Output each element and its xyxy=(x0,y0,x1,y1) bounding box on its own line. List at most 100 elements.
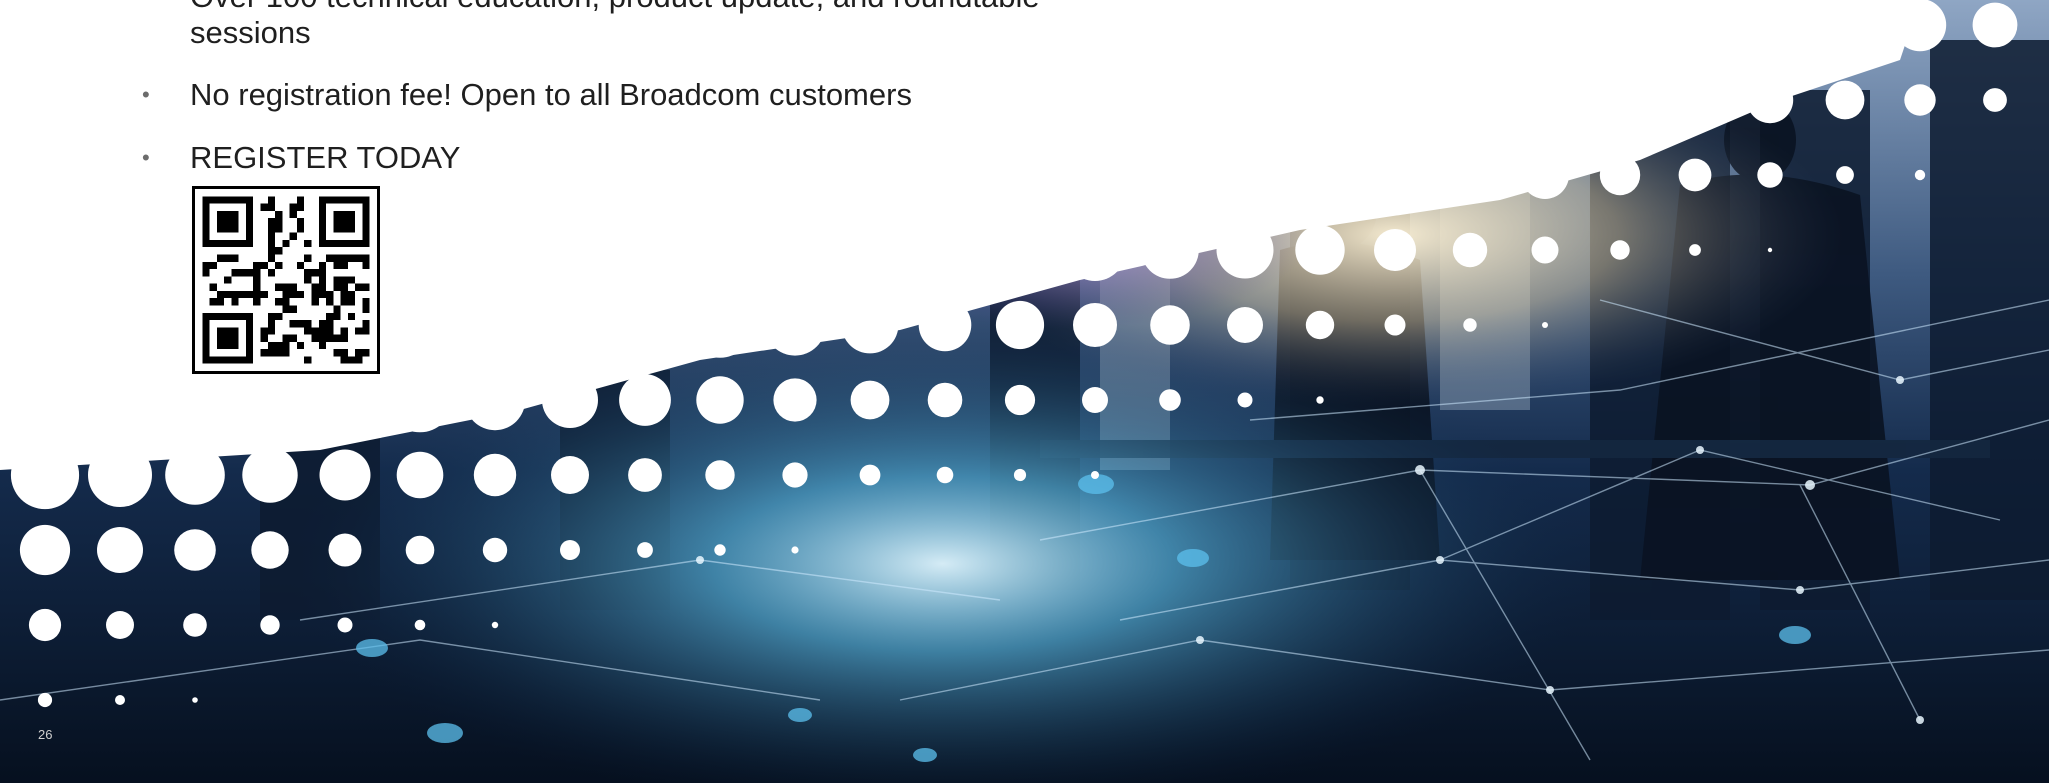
halftone-dot xyxy=(491,621,499,629)
halftone-dot xyxy=(850,380,890,420)
halftone-dot xyxy=(457,287,533,363)
halftone-dot xyxy=(551,456,589,494)
halftone-dot xyxy=(319,449,371,501)
halftone-dot xyxy=(473,453,517,497)
halftone-dot xyxy=(165,445,225,505)
halftone-dot xyxy=(791,546,799,554)
slide-number: 26 xyxy=(38,727,53,742)
halftone-dot xyxy=(242,447,298,503)
halftone-dot xyxy=(88,443,152,507)
halftone-dot xyxy=(37,692,53,708)
halftone-dot xyxy=(1305,310,1335,340)
halftone-dot xyxy=(1064,219,1126,281)
halftone-dot xyxy=(1531,236,1559,264)
bullet-list: Over 100 technical education, product up… xyxy=(0,0,1200,200)
halftone-dot xyxy=(533,288,607,362)
halftone-dot xyxy=(405,535,435,565)
bullet-item-registration-fee: No registration fee! Open to all Broadco… xyxy=(190,77,912,112)
halftone-dot xyxy=(97,527,143,573)
halftone-dot xyxy=(1521,151,1569,199)
halftone-dot xyxy=(1452,232,1488,268)
halftone-dot xyxy=(19,524,71,576)
halftone-dot xyxy=(832,212,908,288)
halftone-dot xyxy=(1463,318,1477,332)
halftone-dot xyxy=(1150,305,1190,345)
halftone-dot xyxy=(174,529,216,571)
halftone-dot xyxy=(260,615,280,635)
halftone-dot xyxy=(1316,396,1324,404)
halftone-dot xyxy=(464,369,526,431)
halftone-dot xyxy=(936,466,954,484)
halftone-dot xyxy=(414,619,426,631)
halftone-dot xyxy=(773,378,817,422)
halftone-dot xyxy=(1159,389,1181,411)
halftone-dot xyxy=(1668,73,1722,127)
halftone-dot xyxy=(192,697,198,703)
halftone-dot xyxy=(337,617,353,633)
halftone-dot xyxy=(705,460,735,490)
halftone-dot xyxy=(1237,392,1253,408)
halftone-dot xyxy=(918,298,972,352)
halftone-dot xyxy=(1542,322,1548,328)
halftone-dot xyxy=(482,537,508,563)
halftone-dot xyxy=(1599,154,1641,196)
halftone-dot xyxy=(115,695,125,705)
halftone-dot xyxy=(28,608,62,642)
bullet-item-sessions-line2: sessions xyxy=(190,15,311,50)
halftone-dot xyxy=(619,374,671,426)
halftone-dot xyxy=(1004,384,1036,416)
halftone-dot xyxy=(183,613,207,637)
halftone-dot xyxy=(1384,314,1406,336)
halftone-dot xyxy=(328,533,362,567)
halftone-dot xyxy=(927,382,963,418)
halftone-dot xyxy=(106,611,134,639)
halftone-dot xyxy=(1972,2,2018,48)
qr-code-icon[interactable] xyxy=(192,186,380,374)
bullet-item-sessions-line1: Over 100 technical education, product up… xyxy=(190,0,1040,16)
halftone-dot xyxy=(1836,166,1854,184)
halftone-dot xyxy=(1767,247,1773,253)
halftone-dot xyxy=(1746,76,1794,124)
halftone-dot xyxy=(1013,468,1027,482)
halftone-dot xyxy=(909,214,981,286)
halftone-dot xyxy=(1295,225,1345,275)
halftone-dot xyxy=(1510,65,1580,135)
halftone-dot xyxy=(859,464,881,486)
halftone-dot xyxy=(1227,307,1263,343)
halftone-dot xyxy=(995,300,1045,350)
halftone-dot xyxy=(1825,80,1865,120)
halftone-dot xyxy=(387,367,453,433)
halftone-dot xyxy=(10,440,80,510)
halftone-dot xyxy=(687,292,753,358)
halftone-dot xyxy=(1757,162,1783,188)
halftone-dot xyxy=(1374,229,1416,271)
bullet-marker: • xyxy=(142,82,150,107)
halftone-dot xyxy=(628,458,662,492)
halftone-dot xyxy=(542,372,598,428)
halftone-dot xyxy=(1610,240,1630,260)
halftone-dot xyxy=(782,462,808,488)
halftone-dot xyxy=(1091,471,1099,479)
halftone-dot xyxy=(986,216,1054,284)
bullet-marker: • xyxy=(142,145,150,170)
slide: Over 100 technical education, product up… xyxy=(0,0,2049,783)
halftone-dot xyxy=(1442,147,1498,203)
halftone-dot xyxy=(1073,303,1117,347)
halftone-dot xyxy=(1904,84,1936,116)
halftone-dot xyxy=(251,531,289,569)
halftone-dot xyxy=(560,540,580,560)
halftone-dot xyxy=(1363,143,1427,207)
bullet-item-register-today: REGISTER TODAY xyxy=(190,140,461,175)
halftone-dot xyxy=(610,290,680,360)
halftone-dot xyxy=(1082,387,1108,413)
halftone-dot xyxy=(1983,88,2007,112)
halftone-dot xyxy=(1893,0,1947,52)
halftone-dot xyxy=(1689,244,1701,256)
halftone-dot xyxy=(714,544,726,556)
halftone-dot xyxy=(1284,139,1356,211)
halftone-dot xyxy=(696,376,744,424)
halftone-dot xyxy=(1207,137,1283,213)
halftone-dot xyxy=(637,542,653,558)
halftone-dot xyxy=(1141,221,1199,279)
halftone-dot xyxy=(1678,158,1712,192)
